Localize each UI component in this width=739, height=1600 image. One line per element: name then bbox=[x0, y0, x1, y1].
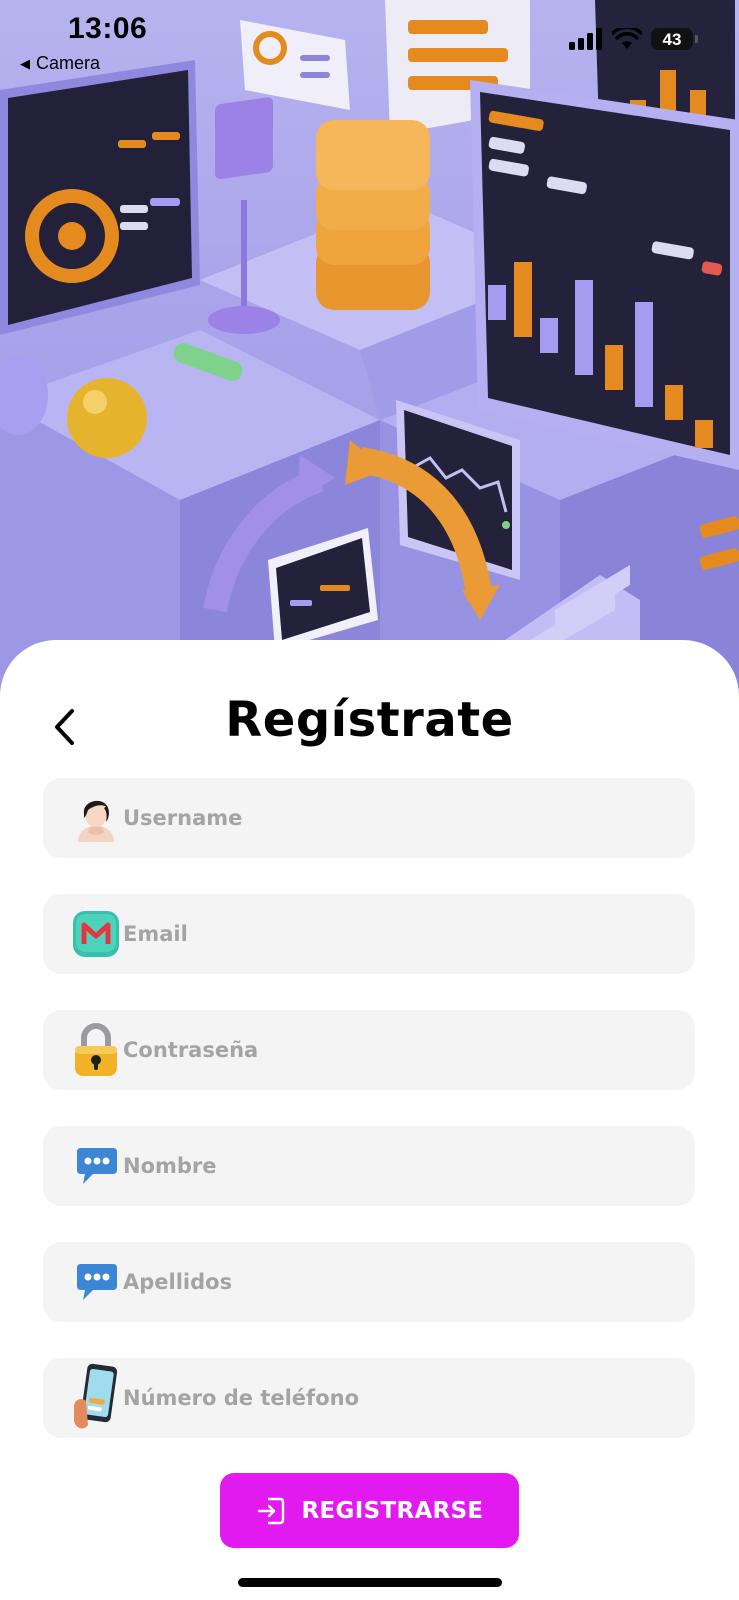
padlock-icon bbox=[71, 1022, 121, 1078]
email-input[interactable] bbox=[123, 904, 663, 964]
home-indicator bbox=[238, 1578, 502, 1587]
battery-level: 43 bbox=[662, 29, 682, 49]
first-name-field[interactable] bbox=[43, 1126, 695, 1206]
chat-bubble-icon bbox=[71, 1254, 121, 1310]
last-name-field[interactable] bbox=[43, 1242, 695, 1322]
phone-field[interactable] bbox=[43, 1358, 695, 1438]
hero-illustration bbox=[0, 0, 739, 700]
login-icon bbox=[257, 1497, 284, 1524]
smartphone-icon bbox=[71, 1363, 121, 1429]
first-name-input[interactable] bbox=[123, 1136, 663, 1196]
isometric-dashboard-illustration bbox=[0, 0, 739, 700]
password-field[interactable] bbox=[43, 1010, 695, 1090]
user-avatar-icon bbox=[71, 790, 121, 846]
page-title: Regístrate bbox=[225, 692, 514, 748]
username-input[interactable] bbox=[123, 788, 663, 848]
status-time: 13:06 bbox=[68, 12, 148, 45]
register-button-label: REGISTRARSE bbox=[301, 1497, 484, 1524]
password-input[interactable] bbox=[123, 1020, 663, 1080]
wifi-icon bbox=[612, 28, 642, 49]
register-button[interactable]: REGISTRARSE bbox=[220, 1473, 519, 1548]
back-triangle-icon: ◀ bbox=[20, 55, 30, 71]
chat-bubble-icon bbox=[71, 1138, 121, 1194]
battery-icon: 43 bbox=[651, 28, 698, 50]
status-back-app-label: Camera bbox=[36, 53, 101, 73]
username-field[interactable] bbox=[43, 778, 695, 858]
email-field[interactable] bbox=[43, 894, 695, 974]
cellular-signal-icon bbox=[569, 28, 602, 50]
status-icons: 43 bbox=[569, 28, 698, 50]
status-back-to-app[interactable]: ◀ Camera bbox=[20, 53, 100, 74]
gmail-icon bbox=[71, 906, 121, 962]
last-name-input[interactable] bbox=[123, 1252, 663, 1312]
phone-input[interactable] bbox=[123, 1368, 663, 1428]
